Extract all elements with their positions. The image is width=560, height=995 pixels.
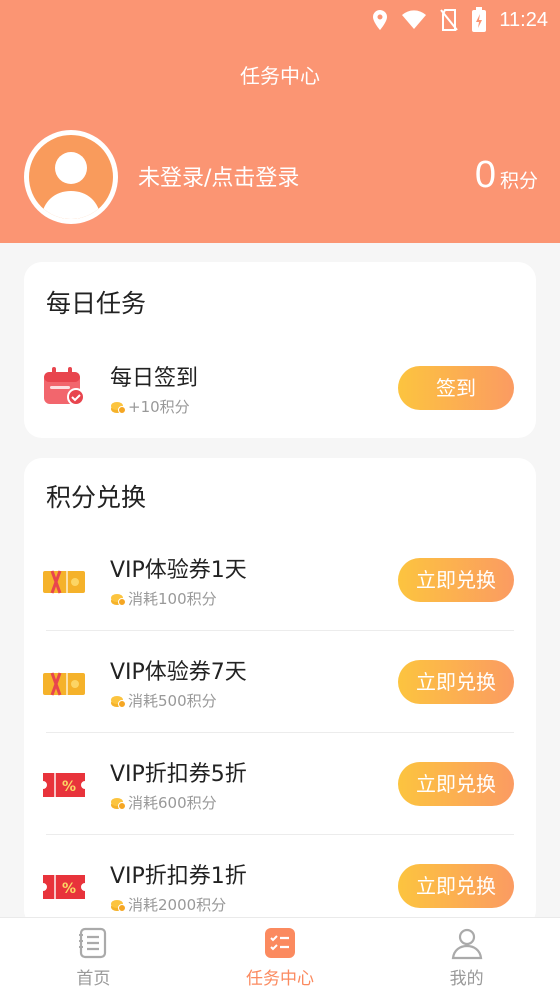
- exchange-item: VIP体验券1天 消耗100积分 立即兑换: [24, 528, 536, 630]
- coin-icon: [111, 899, 126, 912]
- task-list-icon: [265, 928, 295, 958]
- task-row-checkin: 每日签到 +10积分 签到: [24, 336, 536, 438]
- tab-mine-label: 我的: [449, 969, 484, 989]
- checkin-button[interactable]: 签到: [398, 366, 514, 410]
- exchange-item-cost-text: 消耗600积分: [128, 794, 217, 812]
- exchange-item-cost: 消耗600积分: [110, 792, 217, 813]
- redeem-button[interactable]: 立即兑换: [398, 558, 514, 602]
- user-icon: [451, 928, 482, 960]
- default-avatar-icon: [41, 152, 101, 219]
- exchange-item: VIP体验券7天 消耗500积分 立即兑换: [24, 630, 536, 732]
- exchange-item-name: VIP折扣券5折: [110, 762, 247, 787]
- exchange-item: % VIP折扣券5折 消耗600积分 立即兑换: [24, 732, 536, 834]
- task-reward-text: +10积分: [128, 398, 190, 416]
- exchange-item-name: VIP体验券1天: [110, 558, 247, 583]
- task-reward: +10积分: [110, 396, 190, 417]
- exchange-item-cost: 消耗100积分: [110, 588, 217, 609]
- exchange-item-cost-text: 消耗100积分: [128, 590, 217, 608]
- points-display: 0 积分: [475, 154, 538, 197]
- discount-ticket-icon: %: [43, 875, 85, 899]
- vip-ticket-icon: [43, 672, 85, 696]
- exchange-item-cost: 消耗500积分: [110, 690, 217, 711]
- redeem-button[interactable]: 立即兑换: [398, 660, 514, 704]
- coin-icon: [111, 401, 126, 414]
- coin-icon: [111, 695, 126, 708]
- coin-icon: [111, 797, 126, 810]
- vip-ticket-icon: [43, 570, 85, 594]
- points-unit: 积分: [499, 170, 538, 192]
- page-title: 任务中心: [240, 64, 320, 88]
- exchange-item-cost-text: 消耗500积分: [128, 692, 217, 710]
- tab-mine[interactable]: 我的: [373, 918, 560, 995]
- bottom-tab-bar: 首页 任务中心 我的: [0, 917, 560, 995]
- wifi-icon: [402, 10, 427, 29]
- exchange-title: 积分兑换: [46, 483, 147, 512]
- daily-tasks-title: 每日任务: [46, 289, 147, 318]
- points-value: 0: [474, 154, 496, 196]
- redeem-button[interactable]: 立即兑换: [398, 864, 514, 908]
- coin-icon: [111, 593, 126, 606]
- svg-text:%: %: [62, 779, 76, 795]
- status-time: 11:24: [499, 8, 548, 31]
- exchange-item-name: VIP折扣券1折: [110, 864, 247, 889]
- svg-text:%: %: [62, 881, 76, 897]
- daily-tasks-card: 每日任务 每日签到 +10积分 签到: [24, 262, 536, 438]
- calendar-check-icon: [44, 367, 85, 406]
- location-icon: [373, 10, 388, 30]
- home-book-icon: [79, 927, 107, 959]
- login-link[interactable]: 未登录/点击登录: [138, 160, 299, 192]
- header: 11:24 任务中心 未登录/点击登录 0 积分: [0, 0, 560, 243]
- discount-ticket-icon: %: [43, 773, 85, 797]
- tab-home-label: 首页: [76, 969, 111, 989]
- exchange-item-cost: 消耗2000积分: [110, 894, 226, 915]
- battery-charging-icon: [472, 7, 487, 32]
- status-bar: 11:24: [0, 0, 560, 40]
- tab-task-center-label: 任务中心: [246, 969, 314, 989]
- no-sim-icon: [440, 9, 459, 31]
- tab-task-center[interactable]: 任务中心: [187, 918, 374, 995]
- redeem-button[interactable]: 立即兑换: [398, 762, 514, 806]
- points-exchange-card: 积分兑换 VIP体验券1天 消耗100积分 立即兑换 VIP体验券7天 消耗50…: [24, 458, 536, 928]
- tab-home[interactable]: 首页: [0, 918, 187, 995]
- avatar[interactable]: [24, 130, 118, 224]
- exchange-item-name: VIP体验券7天: [110, 660, 247, 685]
- exchange-item-cost-text: 消耗2000积分: [128, 896, 227, 914]
- task-name: 每日签到: [110, 366, 199, 391]
